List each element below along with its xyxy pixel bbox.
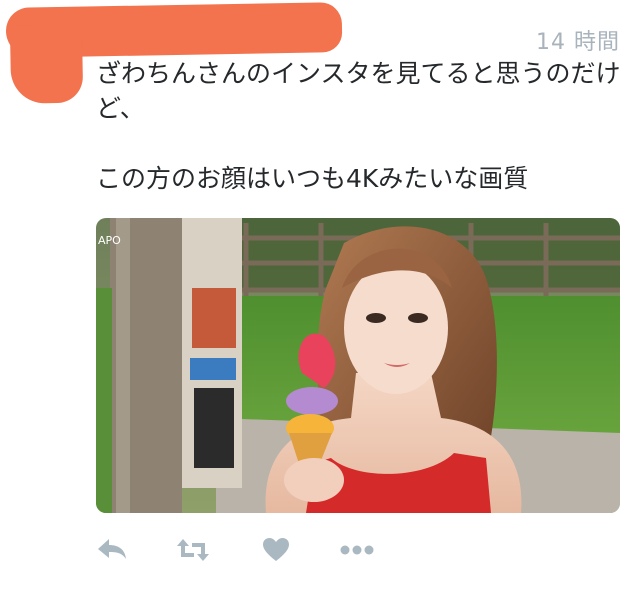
like-icon — [263, 538, 289, 561]
tweet-timestamp[interactable]: 14 時間 — [536, 24, 620, 56]
tweet-photo[interactable]: APO — [96, 218, 620, 513]
retweet-button[interactable] — [176, 532, 216, 568]
hands — [284, 458, 344, 502]
sign-text: APO — [98, 234, 121, 247]
face — [344, 262, 448, 394]
reply-button[interactable] — [96, 532, 136, 568]
retweet-icon — [177, 539, 209, 561]
reply-icon — [98, 539, 126, 559]
more-icon — [340, 545, 374, 555]
tweet-text: ざわちんさんのインスタを見てると思うのだけど、 この方のお顔はいつも4Kみたいな… — [96, 59, 621, 193]
like-button[interactable] — [262, 532, 302, 568]
tweet-actions — [96, 532, 516, 568]
more-button[interactable] — [340, 532, 380, 568]
redacted-username — [5, 2, 343, 58]
